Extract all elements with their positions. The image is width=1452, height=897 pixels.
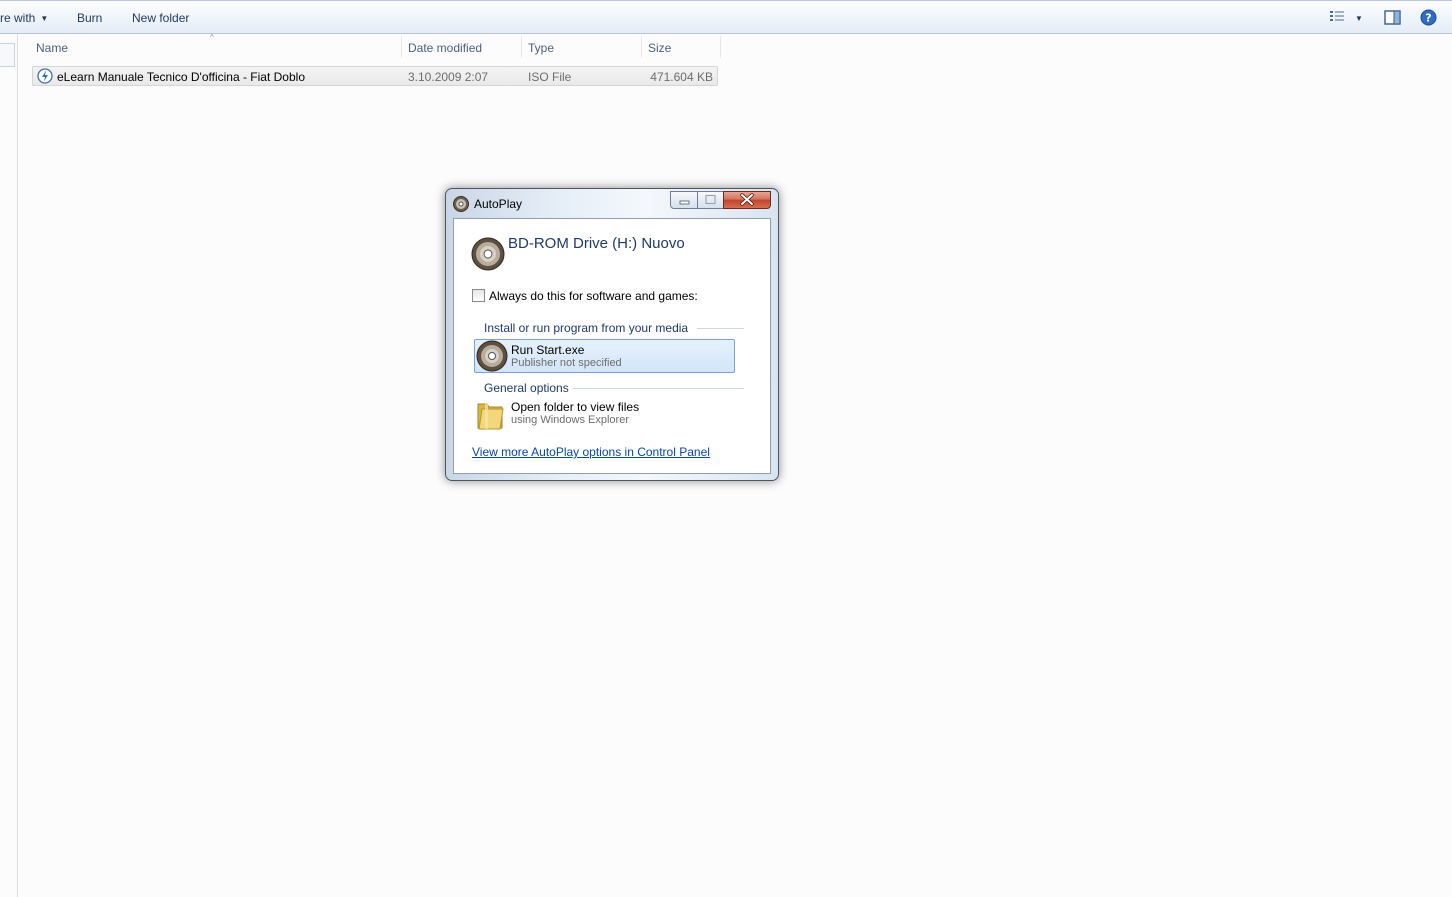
maximize-button[interactable] xyxy=(697,191,724,209)
column-header-name[interactable]: Name xyxy=(36,41,68,55)
file-name: eLearn Manuale Tecnico D'officina - Fiat… xyxy=(57,70,305,84)
open-folder-title: Open folder to view files xyxy=(511,400,640,414)
open-folder-option[interactable]: Open folder to view files using Windows … xyxy=(474,397,735,431)
iso-file-icon xyxy=(37,68,53,87)
dialog-title: AutoPlay xyxy=(474,197,523,211)
column-header-type[interactable]: Type xyxy=(528,41,554,55)
disc-icon xyxy=(453,196,469,215)
file-type: ISO File xyxy=(528,70,572,84)
run-start-exe-title: Run Start.exe xyxy=(511,343,585,357)
dialog-content: BD-ROM Drive (H:) Nuovo Always do this f… xyxy=(453,218,771,474)
column-divider[interactable] xyxy=(720,36,721,58)
section-general-options: General options xyxy=(484,381,569,395)
navigation-pane-selected-item[interactable] xyxy=(0,43,15,67)
more-autoplay-options-link[interactable]: View more AutoPlay options in Control Pa… xyxy=(472,445,710,459)
maximize-icon xyxy=(705,194,716,205)
chevron-down-icon[interactable]: ▼ xyxy=(1355,14,1363,23)
share-with-label: re with xyxy=(0,11,36,25)
file-size: 471.604 KB xyxy=(650,70,713,84)
minimize-button[interactable] xyxy=(670,191,698,209)
always-do-this-label: Always do this for software and games: xyxy=(489,289,698,303)
column-divider[interactable] xyxy=(401,36,402,58)
column-divider[interactable] xyxy=(641,36,642,58)
folder-icon xyxy=(476,399,506,434)
column-divider[interactable] xyxy=(521,36,522,58)
run-start-exe-subtitle: Publisher not specified xyxy=(511,357,622,369)
disc-icon xyxy=(471,237,505,274)
new-folder-button[interactable]: New folder xyxy=(132,11,189,25)
burn-button[interactable]: Burn xyxy=(77,11,102,25)
section-divider xyxy=(697,328,744,329)
svg-text:?: ? xyxy=(1425,12,1431,25)
autoplay-dialog: AutoPlay BD-ROM Drive (H:) Nuovo Always … xyxy=(445,188,779,481)
explorer-toolbar: re with ▼ Burn New folder ▼ ? xyxy=(0,0,1452,34)
close-button[interactable] xyxy=(723,191,771,209)
sort-ascending-icon: ^ xyxy=(210,33,214,42)
column-header-date-modified[interactable]: Date modified xyxy=(408,41,482,55)
open-folder-subtitle: using Windows Explorer xyxy=(511,414,629,426)
preview-pane-icon[interactable] xyxy=(1384,10,1401,28)
section-install-run: Install or run program from your media xyxy=(484,321,689,335)
always-do-this-checkbox[interactable]: Always do this for software and games: xyxy=(472,289,698,303)
close-icon xyxy=(740,193,754,206)
minimize-icon xyxy=(679,200,690,205)
navigation-pane xyxy=(0,34,18,897)
drive-title: BD-ROM Drive (H:) Nuovo xyxy=(508,235,685,252)
checkbox-box[interactable] xyxy=(472,289,485,302)
run-start-exe-option[interactable]: Run Start.exe Publisher not specified xyxy=(474,339,735,373)
section-divider xyxy=(573,388,744,389)
view-options-icon[interactable] xyxy=(1329,10,1345,27)
column-header-size[interactable]: Size xyxy=(648,41,671,55)
chevron-down-icon: ▼ xyxy=(40,14,49,23)
file-row[interactable]: eLearn Manuale Tecnico D'officina - Fiat… xyxy=(32,66,718,86)
file-date-modified: 3.10.2009 2:07 xyxy=(408,70,489,84)
share-with-button[interactable]: re with ▼ xyxy=(0,11,48,25)
disc-icon xyxy=(476,340,508,375)
help-icon[interactable]: ? xyxy=(1420,9,1437,29)
